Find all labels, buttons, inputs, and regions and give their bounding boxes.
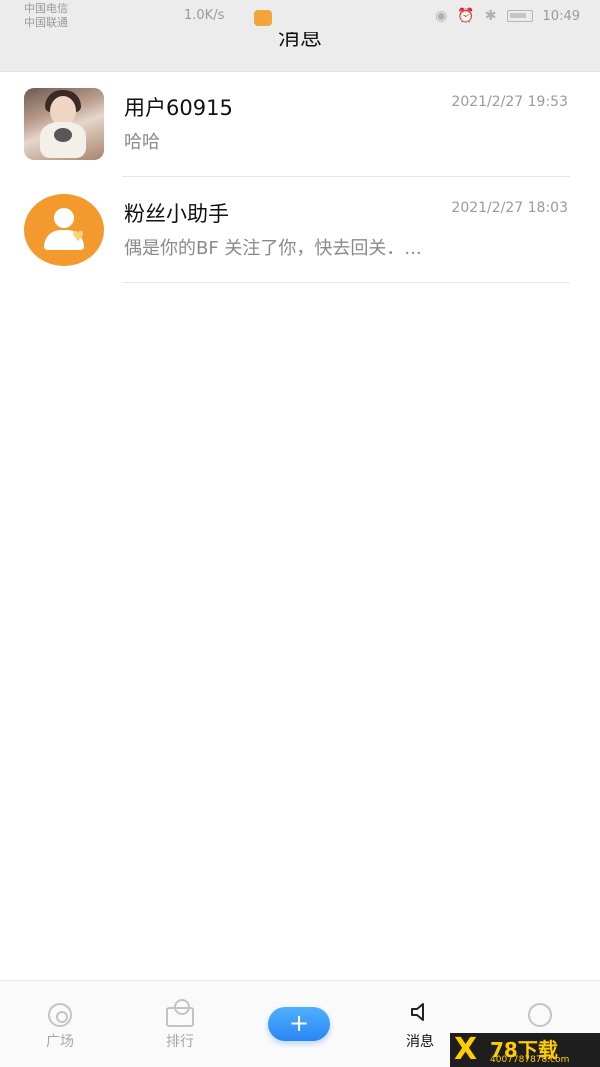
speaker-icon bbox=[409, 1001, 431, 1023]
message-time: 2021/2/27 18:03 bbox=[451, 200, 568, 216]
heart-icon: ♥ bbox=[72, 229, 85, 245]
alarm-icon: ⏰ bbox=[457, 8, 475, 24]
divider bbox=[122, 282, 570, 283]
watermark-url: 4007787878.com bbox=[490, 1055, 570, 1065]
bluetooth-icon: ✱ bbox=[484, 8, 497, 24]
clock: 10:49 bbox=[542, 8, 580, 24]
user-icon bbox=[528, 1003, 552, 1027]
status-icons: ◉ ⏰ ✱ 10:49 bbox=[435, 8, 580, 24]
app-notification-icon bbox=[254, 10, 272, 26]
tab-square[interactable]: 广场 bbox=[10, 981, 110, 1067]
contact-name: 粉丝小助手 bbox=[124, 202, 229, 226]
status-bar: 中国电信 中国联通 1.0K/s ◉ ⏰ ✱ 10:49 bbox=[0, 0, 600, 32]
conversation-item[interactable]: ♥ 粉丝小助手 2021/2/27 18:03 偶是你的BF 关注了你，快去回关… bbox=[0, 178, 600, 284]
x-logo-icon: X bbox=[454, 1032, 478, 1067]
contact-name: 用户60915 bbox=[124, 96, 233, 120]
carrier-info: 中国电信 中国联通 bbox=[24, 2, 68, 30]
message-time: 2021/2/27 19:53 bbox=[451, 94, 568, 110]
conversation-list: 用户60915 2021/2/27 19:53 哈哈 ♥ 粉丝小助手 2021/… bbox=[0, 72, 600, 284]
avatar[interactable]: ♥ bbox=[24, 194, 104, 266]
disc-icon bbox=[48, 1003, 72, 1027]
message-preview: 哈哈 bbox=[124, 132, 160, 153]
watermark-logo: X 78下载 4007787878.com bbox=[450, 1033, 600, 1067]
add-button[interactable]: + bbox=[268, 1007, 330, 1041]
battery-icon bbox=[506, 10, 533, 22]
carrier-label-1: 中国电信 bbox=[24, 2, 68, 15]
tab-label: 广场 bbox=[46, 1034, 74, 1050]
eye-icon: ◉ bbox=[435, 8, 448, 24]
carrier-label-2: 中国联通 bbox=[24, 16, 68, 29]
conversation-item[interactable]: 用户60915 2021/2/27 19:53 哈哈 bbox=[0, 72, 600, 178]
divider bbox=[122, 176, 570, 177]
message-preview: 偶是你的BF 关注了你，快去回关．... bbox=[124, 238, 422, 259]
user-silhouette-icon bbox=[54, 208, 74, 228]
avatar[interactable] bbox=[24, 88, 104, 160]
network-speed: 1.0K/s bbox=[184, 8, 225, 23]
photo-cat-face bbox=[54, 128, 72, 142]
tab-rank[interactable]: 排行 bbox=[130, 981, 230, 1067]
tab-label: 排行 bbox=[166, 1034, 194, 1050]
rank-icon bbox=[166, 999, 194, 1027]
